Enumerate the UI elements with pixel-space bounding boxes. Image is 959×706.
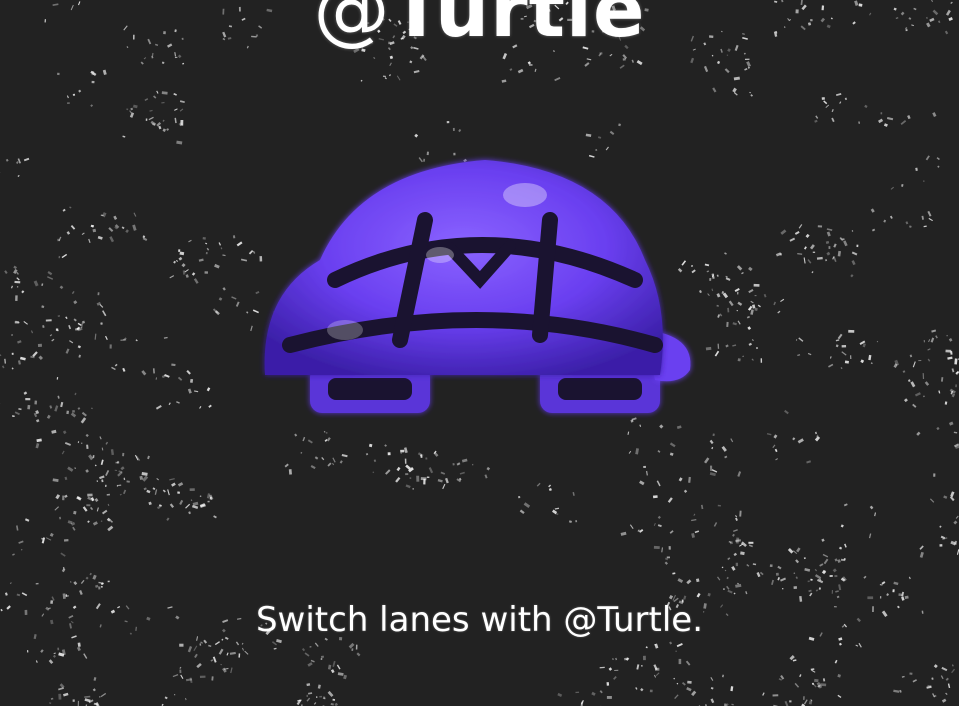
page-title: @Turtle — [0, 0, 959, 48]
title-at-symbol: @ — [313, 0, 391, 54]
hero-stage: @Turtle Switch lanes with @Turtle. — [0, 0, 959, 706]
turtle-icon — [264, 160, 691, 413]
title-name: Turtle — [390, 0, 646, 54]
tagline: Switch lanes with @Turtle. — [255, 600, 704, 640]
